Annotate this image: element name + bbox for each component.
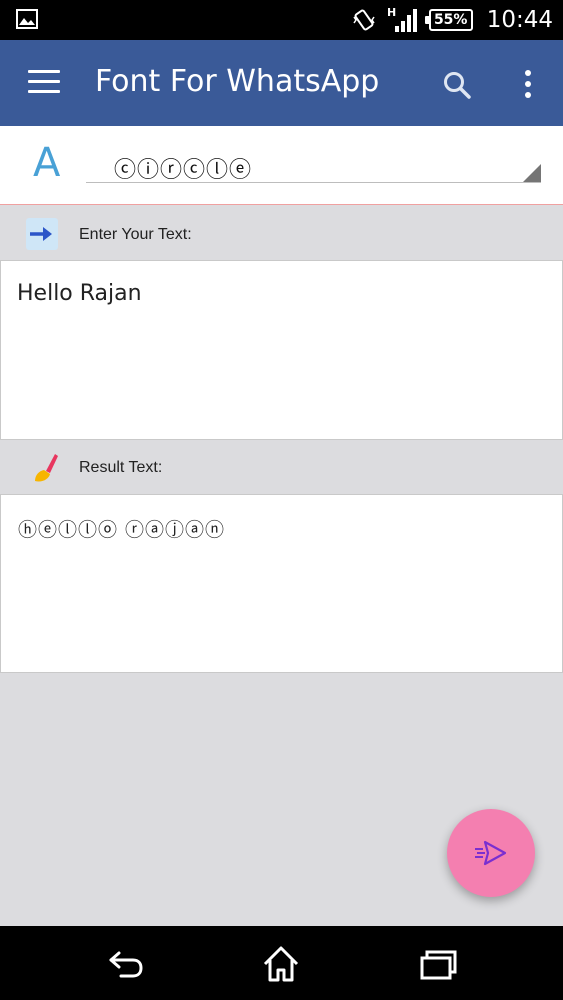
gallery-notification-icon [16, 9, 38, 29]
font-icon: A [33, 140, 61, 186]
battery-icon: 55% [424, 9, 473, 31]
text-input[interactable]: Hello Rajan [0, 260, 563, 440]
input-section-header: Enter Your Text: [0, 208, 563, 262]
share-button[interactable] [447, 809, 535, 897]
result-label: Result Text: [79, 459, 163, 476]
overflow-menu-icon[interactable] [516, 68, 540, 100]
result-section-header: Result Text: [0, 441, 563, 495]
app-bar: Font For WhatsApp [0, 40, 563, 126]
back-icon[interactable] [105, 944, 145, 984]
font-picker-row: A ⓒⓘⓡⓒⓛⓔ [0, 126, 563, 205]
app-title: Font For WhatsApp [95, 64, 380, 99]
font-style-dropdown[interactable]: ⓒⓘⓡⓒⓛⓔ [86, 146, 541, 183]
clock: 10:44 [486, 7, 553, 33]
input-label: Enter Your Text: [79, 226, 192, 243]
arrow-right-icon [26, 218, 58, 250]
text-input-value: Hello Rajan [17, 281, 142, 306]
send-icon [475, 840, 507, 866]
network-type-label: H [387, 6, 396, 19]
dropdown-arrow-icon [523, 164, 541, 182]
hamburger-menu-icon[interactable] [28, 70, 60, 94]
signal-icon: H [387, 6, 417, 32]
paint-brush-icon [35, 454, 58, 482]
font-style-selected: ⓒⓘⓡⓒⓛⓔ [114, 158, 253, 183]
home-icon[interactable] [261, 944, 301, 984]
navigation-bar [0, 926, 563, 1000]
recent-apps-icon[interactable] [418, 944, 458, 984]
result-output[interactable]: ⓗⓔⓛⓛⓞ ⓡⓐⓙⓐⓝ [0, 494, 563, 673]
battery-level: 55% [433, 12, 468, 28]
status-bar: H 55% 10:44 [0, 0, 563, 40]
search-icon[interactable] [442, 70, 472, 100]
result-output-value: ⓗⓔⓛⓛⓞ ⓡⓐⓙⓐⓝ [18, 519, 226, 541]
vibrate-icon [353, 9, 375, 31]
